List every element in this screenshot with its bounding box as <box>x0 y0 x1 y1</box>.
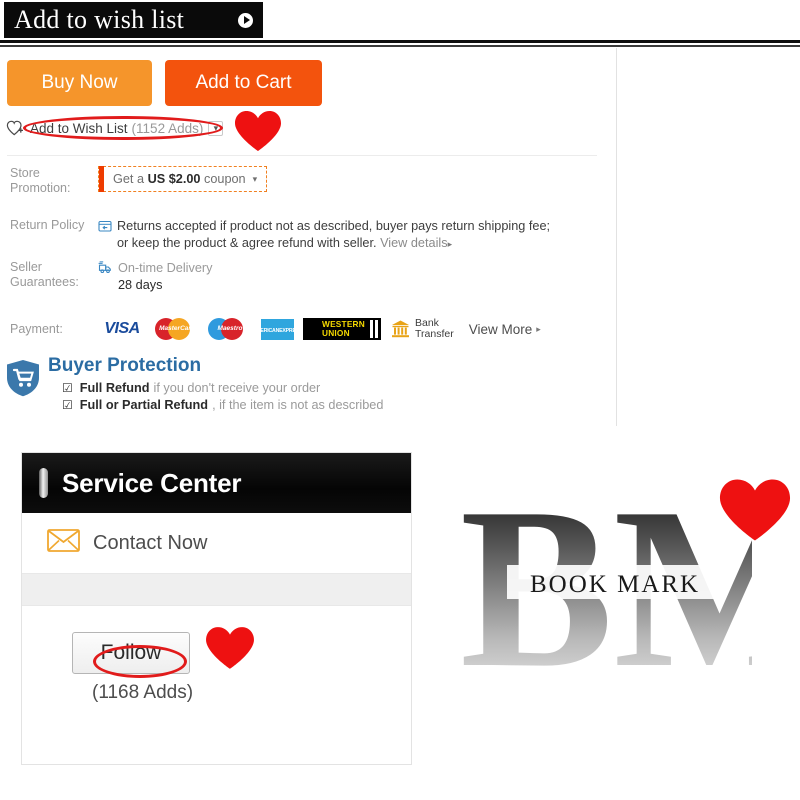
buyer-protection-section: Buyer Protection ☑ Full Refund if you do… <box>6 355 383 415</box>
page-banner: Add to wish list <box>4 2 263 38</box>
vertical-divider <box>616 48 617 426</box>
return-policy-label: Return Policy <box>10 218 85 232</box>
return-box-icon <box>98 219 112 238</box>
buyer-protection-item: ☑ Full or Partial Refund , if the item i… <box>62 398 383 412</box>
logo-wordmark: BOOK MARK <box>530 571 700 598</box>
coupon-dropdown[interactable]: Get a US $2.00 coupon ▾ <box>98 166 268 192</box>
caret-down-icon: ▾ <box>252 173 258 184</box>
caret-right-icon: ▸ <box>536 323 541 334</box>
mastercard-logo: MasterCard <box>155 316 199 342</box>
heart-mark-icon <box>205 626 255 675</box>
buyer-protection-item: ☑ Full Refund if you don't receive your … <box>62 381 383 395</box>
service-center-title: Service Center <box>62 467 242 498</box>
coupon-text: Get a US $2.00 coupon <box>113 171 246 186</box>
view-more-payments-link[interactable]: View More ▸ <box>469 322 541 337</box>
bank-transfer-logo: Bank Transfer <box>390 317 454 341</box>
banner-title: Add to wish list <box>14 5 185 34</box>
visa-logo: VISA <box>104 320 140 337</box>
play-circle-icon <box>238 12 253 28</box>
section-divider <box>7 155 597 156</box>
guarantee-value: 28 days <box>118 278 163 292</box>
payment-method-logos: VISA MasterCard Maestro AMERICAN EXPRESS… <box>98 316 541 342</box>
maestro-logo: Maestro <box>208 316 252 342</box>
return-policy-line1: Returns accepted if product not as descr… <box>117 219 551 233</box>
contact-now-label: Contact Now <box>93 531 208 554</box>
add-to-cart-button[interactable]: Add to Cart <box>165 60 322 106</box>
header-accent-pill <box>39 468 48 498</box>
payment-label: Payment: <box>10 321 63 336</box>
envelope-icon <box>47 529 80 557</box>
chevron-down-icon[interactable]: ▾ <box>208 120 224 136</box>
seller-guarantees-label: Seller Guarantees: <box>10 260 79 289</box>
store-promotion-label: Store Promotion: <box>10 166 71 195</box>
buy-now-button[interactable]: Buy Now <box>7 60 152 106</box>
divider-thin <box>0 45 800 47</box>
western-union-logo: WESTERN UNION <box>303 318 381 340</box>
coupon-accent-bar <box>99 166 104 192</box>
shield-cart-icon <box>6 359 40 415</box>
contact-now-row[interactable]: Contact Now <box>22 513 411 574</box>
divider-thick <box>0 40 800 43</box>
coupon-amount: US $2.00 <box>147 171 201 186</box>
checkbox-checked-icon: ☑ <box>62 381 73 395</box>
view-details-link[interactable]: View details <box>380 236 447 250</box>
protection-item-text: , if the item is not as described <box>212 398 384 412</box>
add-to-wishlist-row[interactable]: Add to Wish List (1152 Adds) ▾ <box>6 118 224 138</box>
amex-logo: AMERICAN EXPRESS <box>253 318 302 340</box>
return-policy-line2: or keep the product & agree refund with … <box>117 236 381 250</box>
store-promotion-row: Store Promotion: Get a US $2.00 coupon ▾ <box>10 166 268 197</box>
heart-mark-icon <box>718 478 792 547</box>
panel-spacer <box>22 574 411 606</box>
book-mark-logo: BM BOOK MARK <box>452 460 800 715</box>
delivery-truck-icon <box>98 261 113 280</box>
wishlist-count: (1152 Adds) <box>131 120 204 136</box>
service-center-panel: Service Center Contact Now Follow (1168 … <box>21 452 412 765</box>
wishlist-label: Add to Wish List <box>30 120 128 136</box>
follow-button[interactable]: Follow <box>72 632 190 674</box>
buyer-protection-title: Buyer Protection <box>48 355 202 376</box>
protection-item-text: if you don't receive your order <box>153 381 321 395</box>
bank-icon <box>392 320 409 338</box>
guarantee-title: On-time Delivery <box>118 261 213 275</box>
heart-plus-icon <box>6 119 28 137</box>
protection-item-bold: Full Refund <box>79 381 150 395</box>
checkbox-checked-icon: ☑ <box>62 398 73 412</box>
caret-right-icon: ▸ <box>447 239 453 249</box>
return-policy-text: Returns accepted if product not as descr… <box>117 218 550 253</box>
seller-guarantees-row: Seller Guarantees: On-time Delivery 28 d… <box>10 260 212 294</box>
action-button-row: Buy Now Add to Cart <box>7 60 322 106</box>
service-center-header: Service Center <box>22 453 411 513</box>
heart-mark-icon <box>234 110 282 157</box>
protection-item-bold: Full or Partial Refund <box>79 398 209 412</box>
payment-row: Payment: VISA MasterCard Maestro AMERICA… <box>10 316 541 342</box>
follow-count: (1168 Adds) <box>92 682 194 703</box>
return-policy-row: Return Policy Returns accepted if produc… <box>10 218 550 253</box>
